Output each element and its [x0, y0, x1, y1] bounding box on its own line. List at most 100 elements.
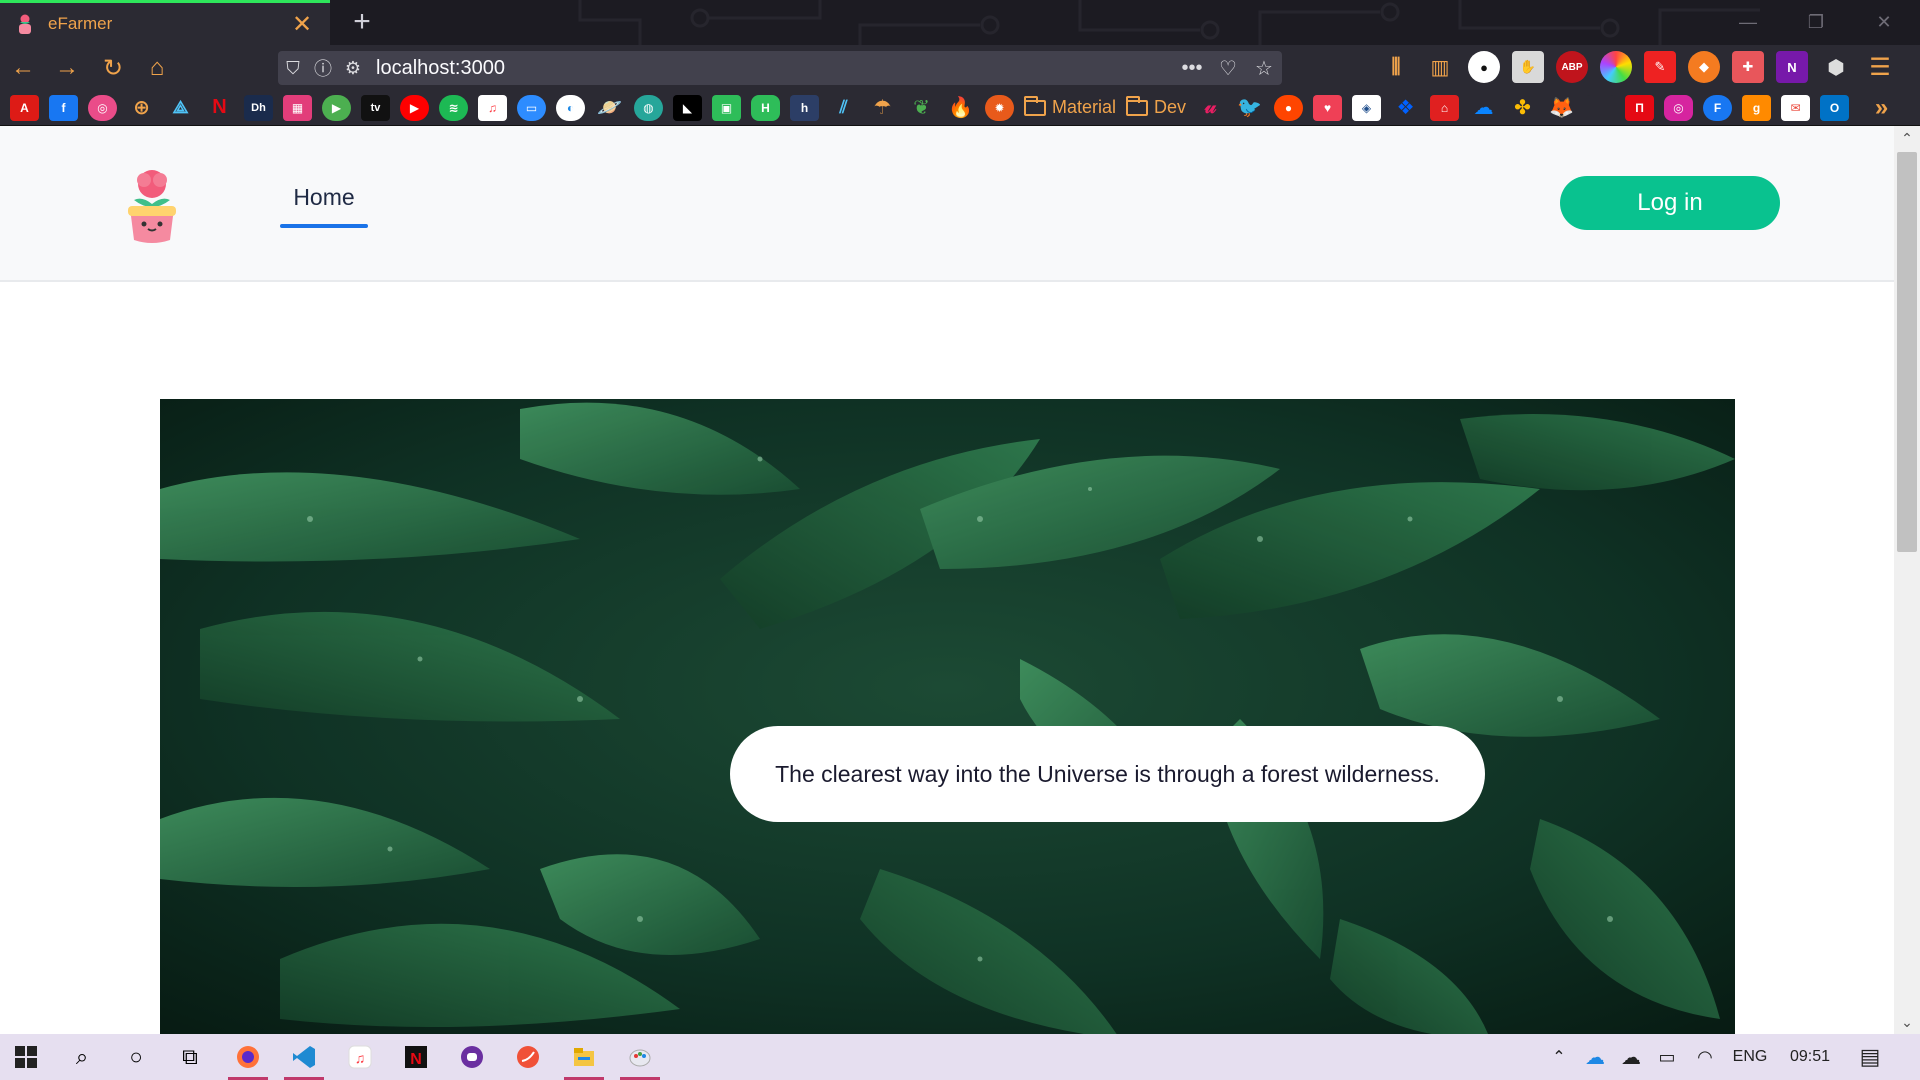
- login-button[interactable]: Log in: [1560, 176, 1780, 230]
- clock[interactable]: 09:51: [1780, 1034, 1840, 1080]
- cortana-icon[interactable]: ○: [110, 1034, 162, 1080]
- blank-bookmark-icon[interactable]: [1586, 94, 1616, 121]
- library-icon[interactable]: ⫼: [1380, 51, 1412, 83]
- minimize-window-button[interactable]: —: [1714, 0, 1782, 45]
- forward-button[interactable]: →: [50, 51, 84, 85]
- netflix-bookmark-icon[interactable]: N: [205, 95, 234, 121]
- nav-home-link[interactable]: Home: [280, 184, 368, 211]
- close-window-button[interactable]: ✕: [1850, 0, 1918, 45]
- onenote-icon[interactable]: N: [1776, 51, 1808, 83]
- close-tab-icon[interactable]: ✕: [288, 10, 316, 39]
- dev-folder[interactable]: Dev: [1126, 95, 1186, 118]
- fox-icon[interactable]: ◆: [1688, 51, 1720, 83]
- pinwheel-bookmark-icon[interactable]: ✤: [1508, 95, 1537, 121]
- scroll-thumb[interactable]: [1897, 152, 1917, 552]
- battery-tray-icon[interactable]: ▭: [1650, 1034, 1684, 1080]
- discord-taskbar-icon[interactable]: [446, 1034, 498, 1080]
- vuetify-bookmark-icon[interactable]: ⟁: [166, 95, 195, 121]
- address-bar[interactable]: ⛉ ⓘ ⚙ localhost:3000 ••• ♡ ☆: [278, 51, 1282, 85]
- vscode-taskbar-icon[interactable]: [278, 1034, 330, 1080]
- restore-window-button[interactable]: ❐: [1782, 0, 1850, 45]
- pdf-bookmark-icon[interactable]: ⌂: [1430, 94, 1460, 121]
- menu-icon[interactable]: ☰: [1864, 51, 1896, 83]
- info-icon[interactable]: ⓘ: [308, 55, 338, 81]
- file-explorer-taskbar-icon[interactable]: [558, 1034, 610, 1080]
- sidebar-icon[interactable]: ▥: [1424, 51, 1456, 83]
- back-button[interactable]: ←: [6, 51, 40, 85]
- paint-taskbar-icon[interactable]: [614, 1034, 666, 1080]
- planet-bookmark-icon[interactable]: 🪐: [595, 95, 624, 121]
- cube-icon[interactable]: ⬢: [1820, 51, 1852, 83]
- globe-bookmark-icon[interactable]: ⊕: [127, 95, 156, 121]
- reload-button[interactable]: ↻: [96, 51, 130, 85]
- abp-icon[interactable]: ABP: [1556, 51, 1588, 83]
- new-tab-button[interactable]: +: [344, 3, 380, 41]
- page-scrollbar[interactable]: ⌃ ⌄: [1894, 126, 1920, 1034]
- board-bookmark-icon[interactable]: ▣: [712, 94, 741, 121]
- gift-icon[interactable]: ✚: [1732, 51, 1764, 83]
- scroll-up-icon[interactable]: ⌃: [1894, 126, 1920, 150]
- calendar-bookmark-icon[interactable]: ▦: [283, 94, 312, 121]
- gmail-bookmark-icon[interactable]: ✉: [1781, 94, 1811, 121]
- onedrive-bookmark-icon[interactable]: ☁: [1469, 95, 1498, 121]
- swift-taskbar-icon[interactable]: [502, 1034, 554, 1080]
- color-picker-icon[interactable]: [1600, 51, 1632, 83]
- windows-start-icon[interactable]: [0, 1034, 52, 1080]
- language-indicator[interactable]: ENG: [1726, 1034, 1774, 1080]
- permissions-icon[interactable]: ⚙: [338, 58, 368, 79]
- angular-bookmark-icon[interactable]: A: [10, 94, 39, 121]
- reddit-bookmark-icon[interactable]: ●: [1274, 94, 1304, 121]
- twitter-bookmark-icon[interactable]: 🐦: [1235, 95, 1264, 121]
- gear-bookmark-icon[interactable]: ✹: [985, 94, 1014, 121]
- wifi-tray-icon[interactable]: ◠: [1688, 1034, 1722, 1080]
- onedrive-tray-icon[interactable]: ☁: [1578, 1034, 1612, 1080]
- devhunt-bookmark-icon[interactable]: Dh: [244, 94, 273, 121]
- home-button[interactable]: ⌂: [140, 51, 174, 85]
- grab-icon[interactable]: ✋: [1512, 51, 1544, 83]
- dark-bookmark-icon[interactable]: ◣: [673, 94, 702, 121]
- h-bookmark-icon[interactable]: h: [790, 94, 819, 121]
- dribbble-bookmark-icon[interactable]: ◎: [88, 94, 117, 121]
- bookmark-star-icon[interactable]: ☆: [1246, 56, 1282, 81]
- hashnode-bookmark-icon[interactable]: H: [751, 94, 780, 121]
- gitlab-bookmark-icon[interactable]: 🦊: [1547, 95, 1576, 121]
- flowerpot-logo-icon[interactable]: [120, 166, 184, 246]
- itunes-taskbar-icon[interactable]: ♫: [334, 1034, 386, 1080]
- active-tab[interactable]: eFarmer ✕: [0, 0, 330, 45]
- shield-icon[interactable]: ⛉: [278, 58, 308, 79]
- firebase-bookmark-icon[interactable]: 🔥: [946, 95, 975, 121]
- netflix-taskbar-icon[interactable]: N: [390, 1034, 442, 1080]
- g-bookmark-icon[interactable]: g: [1742, 94, 1772, 121]
- more-bookmarks-icon[interactable]: »: [1867, 94, 1896, 121]
- show-hidden-icons-chevron-up-icon[interactable]: ⌃: [1544, 1034, 1574, 1080]
- zoom-bookmark-icon[interactable]: ▭: [517, 94, 546, 121]
- stripes-bookmark-icon[interactable]: ⫽: [829, 95, 858, 121]
- apple-music-bookmark-icon[interactable]: ♫: [478, 94, 507, 121]
- task-view-icon[interactable]: ⧉: [164, 1034, 216, 1080]
- pocket-icon[interactable]: ♡: [1210, 56, 1246, 81]
- outlook-bookmark-icon[interactable]: O: [1820, 94, 1850, 121]
- play-bookmark-icon[interactable]: ▶: [322, 94, 351, 121]
- badge-bookmark-icon[interactable]: ◈: [1352, 94, 1382, 121]
- appletv-bookmark-icon[interactable]: tv: [361, 94, 390, 121]
- url-text[interactable]: localhost:3000: [376, 57, 1174, 80]
- spotify-bookmark-icon[interactable]: ≋: [439, 94, 468, 121]
- firefox-taskbar-icon[interactable]: [222, 1034, 274, 1080]
- facebook-bookmark-icon[interactable]: f: [49, 94, 78, 121]
- umbrella-bookmark-icon[interactable]: ☂: [868, 95, 897, 121]
- youtube-music-bookmark-icon[interactable]: ▶: [400, 94, 429, 121]
- udemy-bookmark-icon[interactable]: 𝓊: [1196, 95, 1225, 121]
- n-bookmark-icon[interactable]: П: [1625, 94, 1655, 121]
- f-bookmark-icon[interactable]: F: [1703, 94, 1733, 121]
- web-bookmark-icon[interactable]: ◍: [634, 94, 663, 121]
- mongodb-bookmark-icon[interactable]: ❦: [907, 95, 936, 121]
- cloud-sync-tray-icon[interactable]: ☁: [1614, 1034, 1648, 1080]
- dropbox-bookmark-icon[interactable]: ❖: [1391, 95, 1420, 121]
- pen-icon[interactable]: ✎: [1644, 51, 1676, 83]
- material-folder[interactable]: Material: [1024, 95, 1116, 118]
- instagram-bookmark-icon[interactable]: ◎: [1664, 94, 1694, 121]
- pocket-bookmark-icon[interactable]: ♥: [1313, 94, 1343, 121]
- scroll-down-icon[interactable]: ⌄: [1894, 1010, 1920, 1034]
- github-icon[interactable]: ●: [1468, 51, 1500, 83]
- notifications-icon[interactable]: ▤: [1850, 1034, 1890, 1080]
